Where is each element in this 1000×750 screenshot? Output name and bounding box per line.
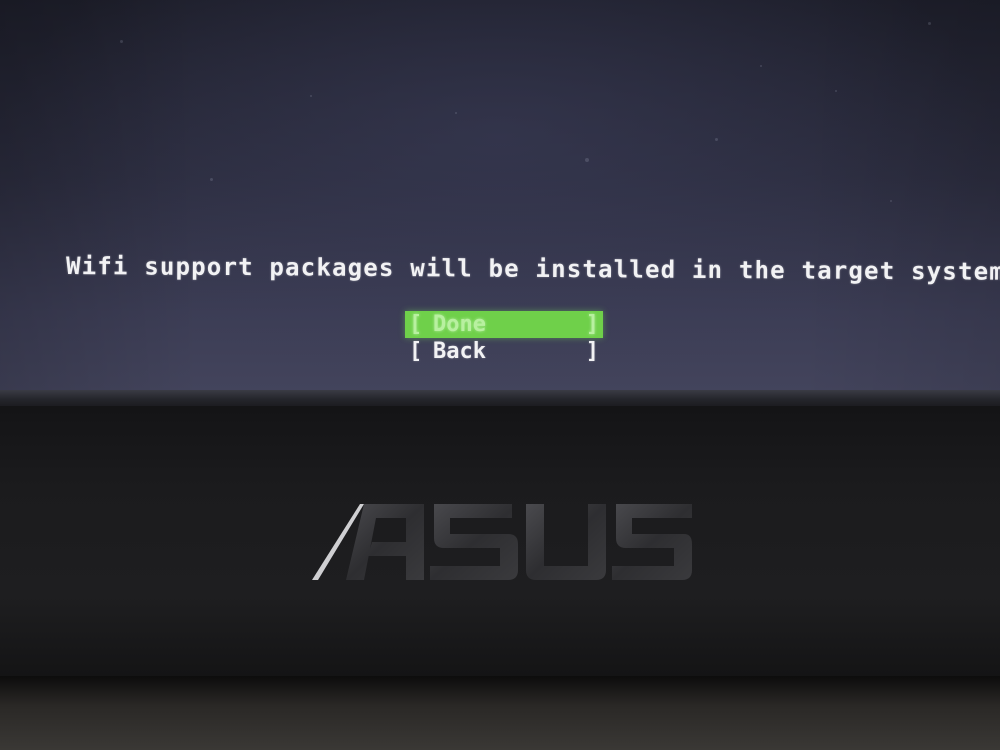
back-label: Back [433,339,486,364]
bracket-close: ] [585,312,599,337]
installer-menu: [ Done ] [ Back ] [405,311,603,365]
install-message: Wifi support packages will be installed … [65,252,1000,286]
desk-surface [0,676,1000,750]
bracket-close: ] [585,339,599,364]
asus-logo [312,504,692,580]
done-button[interactable]: [ Done ] [405,311,603,338]
done-label: Done [433,312,486,337]
bracket-open: [ [409,312,423,337]
photo: Wifi support packages will be installed … [0,0,1000,750]
back-button[interactable]: [ Back ] [405,338,603,365]
bracket-open: [ [409,339,423,364]
